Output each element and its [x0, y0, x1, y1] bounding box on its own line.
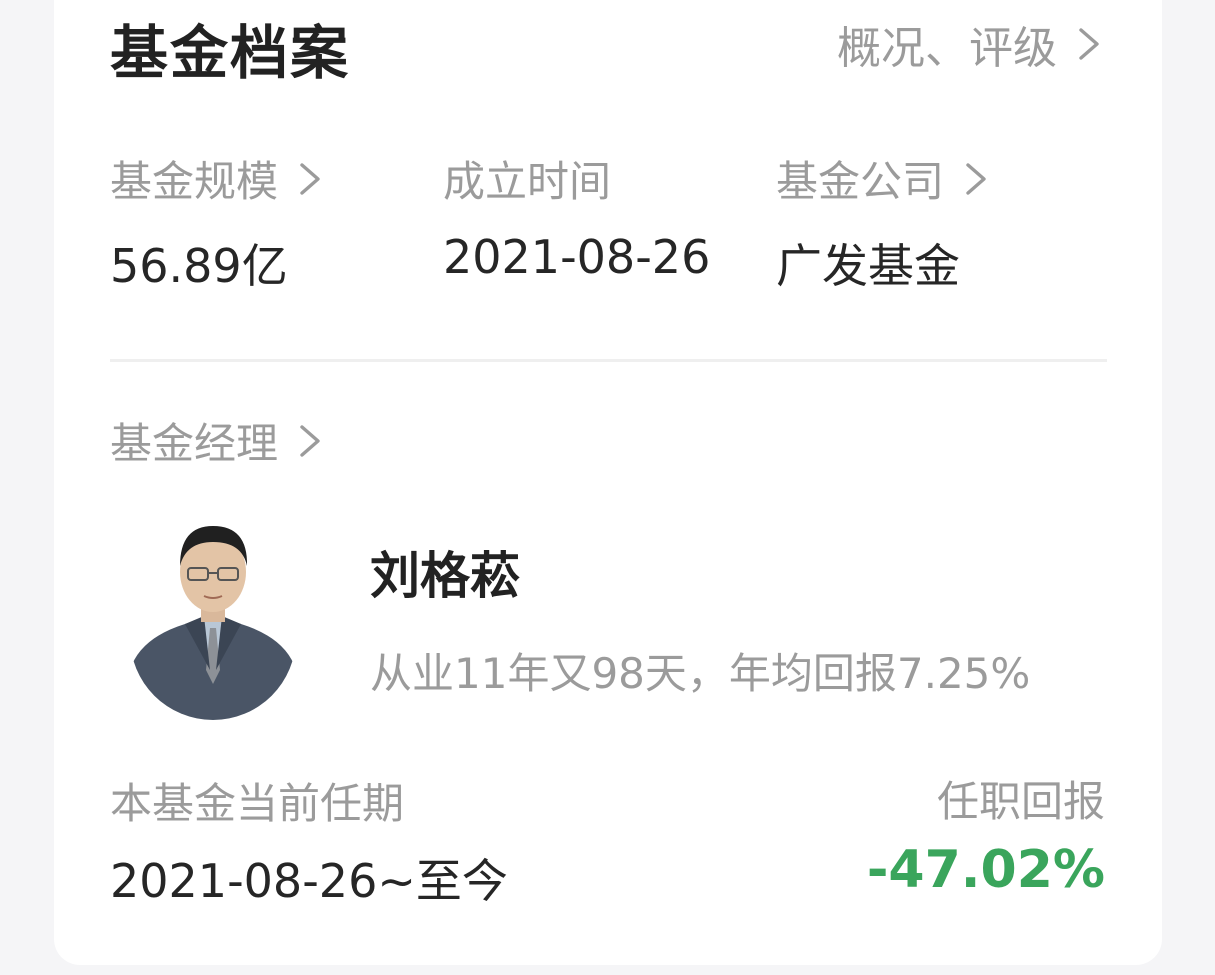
current-tenure-value: 2021-08-26~至今	[110, 854, 508, 908]
inception-date-label: 成立时间	[443, 148, 611, 209]
inception-date-value: 2021-08-26	[443, 230, 711, 284]
fund-size-link[interactable]: 基金规模	[110, 148, 328, 209]
fund-company-link[interactable]: 基金公司	[776, 148, 994, 209]
divider	[110, 359, 1107, 362]
inception-date-label-text: 成立时间	[443, 157, 612, 206]
current-tenure-label: 本基金当前任期	[110, 779, 405, 828]
fund-size-value: 56.89亿	[110, 239, 288, 293]
manager-avatar[interactable]	[130, 520, 296, 720]
chevron-right-icon	[292, 419, 328, 463]
overview-rating-label: 概况、评级	[837, 23, 1057, 74]
chevron-right-icon	[958, 157, 994, 201]
chevron-right-icon	[1071, 22, 1107, 66]
tenure-return-value: -47.02%	[866, 840, 1105, 900]
manager-name[interactable]: 刘格菘	[370, 536, 520, 608]
manager-experience: 从业11年又98天，年均回报7.25%	[370, 649, 1031, 698]
overview-rating-link[interactable]: 概况、评级	[837, 12, 1107, 76]
fund-company-value: 广发基金	[776, 239, 960, 293]
fund-manager-label: 基金经理	[110, 419, 279, 468]
section-title: 基金档案	[110, 19, 351, 87]
chevron-right-icon	[292, 157, 328, 201]
fund-company-label: 基金公司	[776, 157, 945, 206]
fund-size-label: 基金规模	[110, 157, 279, 206]
tenure-return-label: 任职回报	[936, 777, 1105, 826]
fund-manager-link[interactable]: 基金经理	[110, 410, 328, 471]
